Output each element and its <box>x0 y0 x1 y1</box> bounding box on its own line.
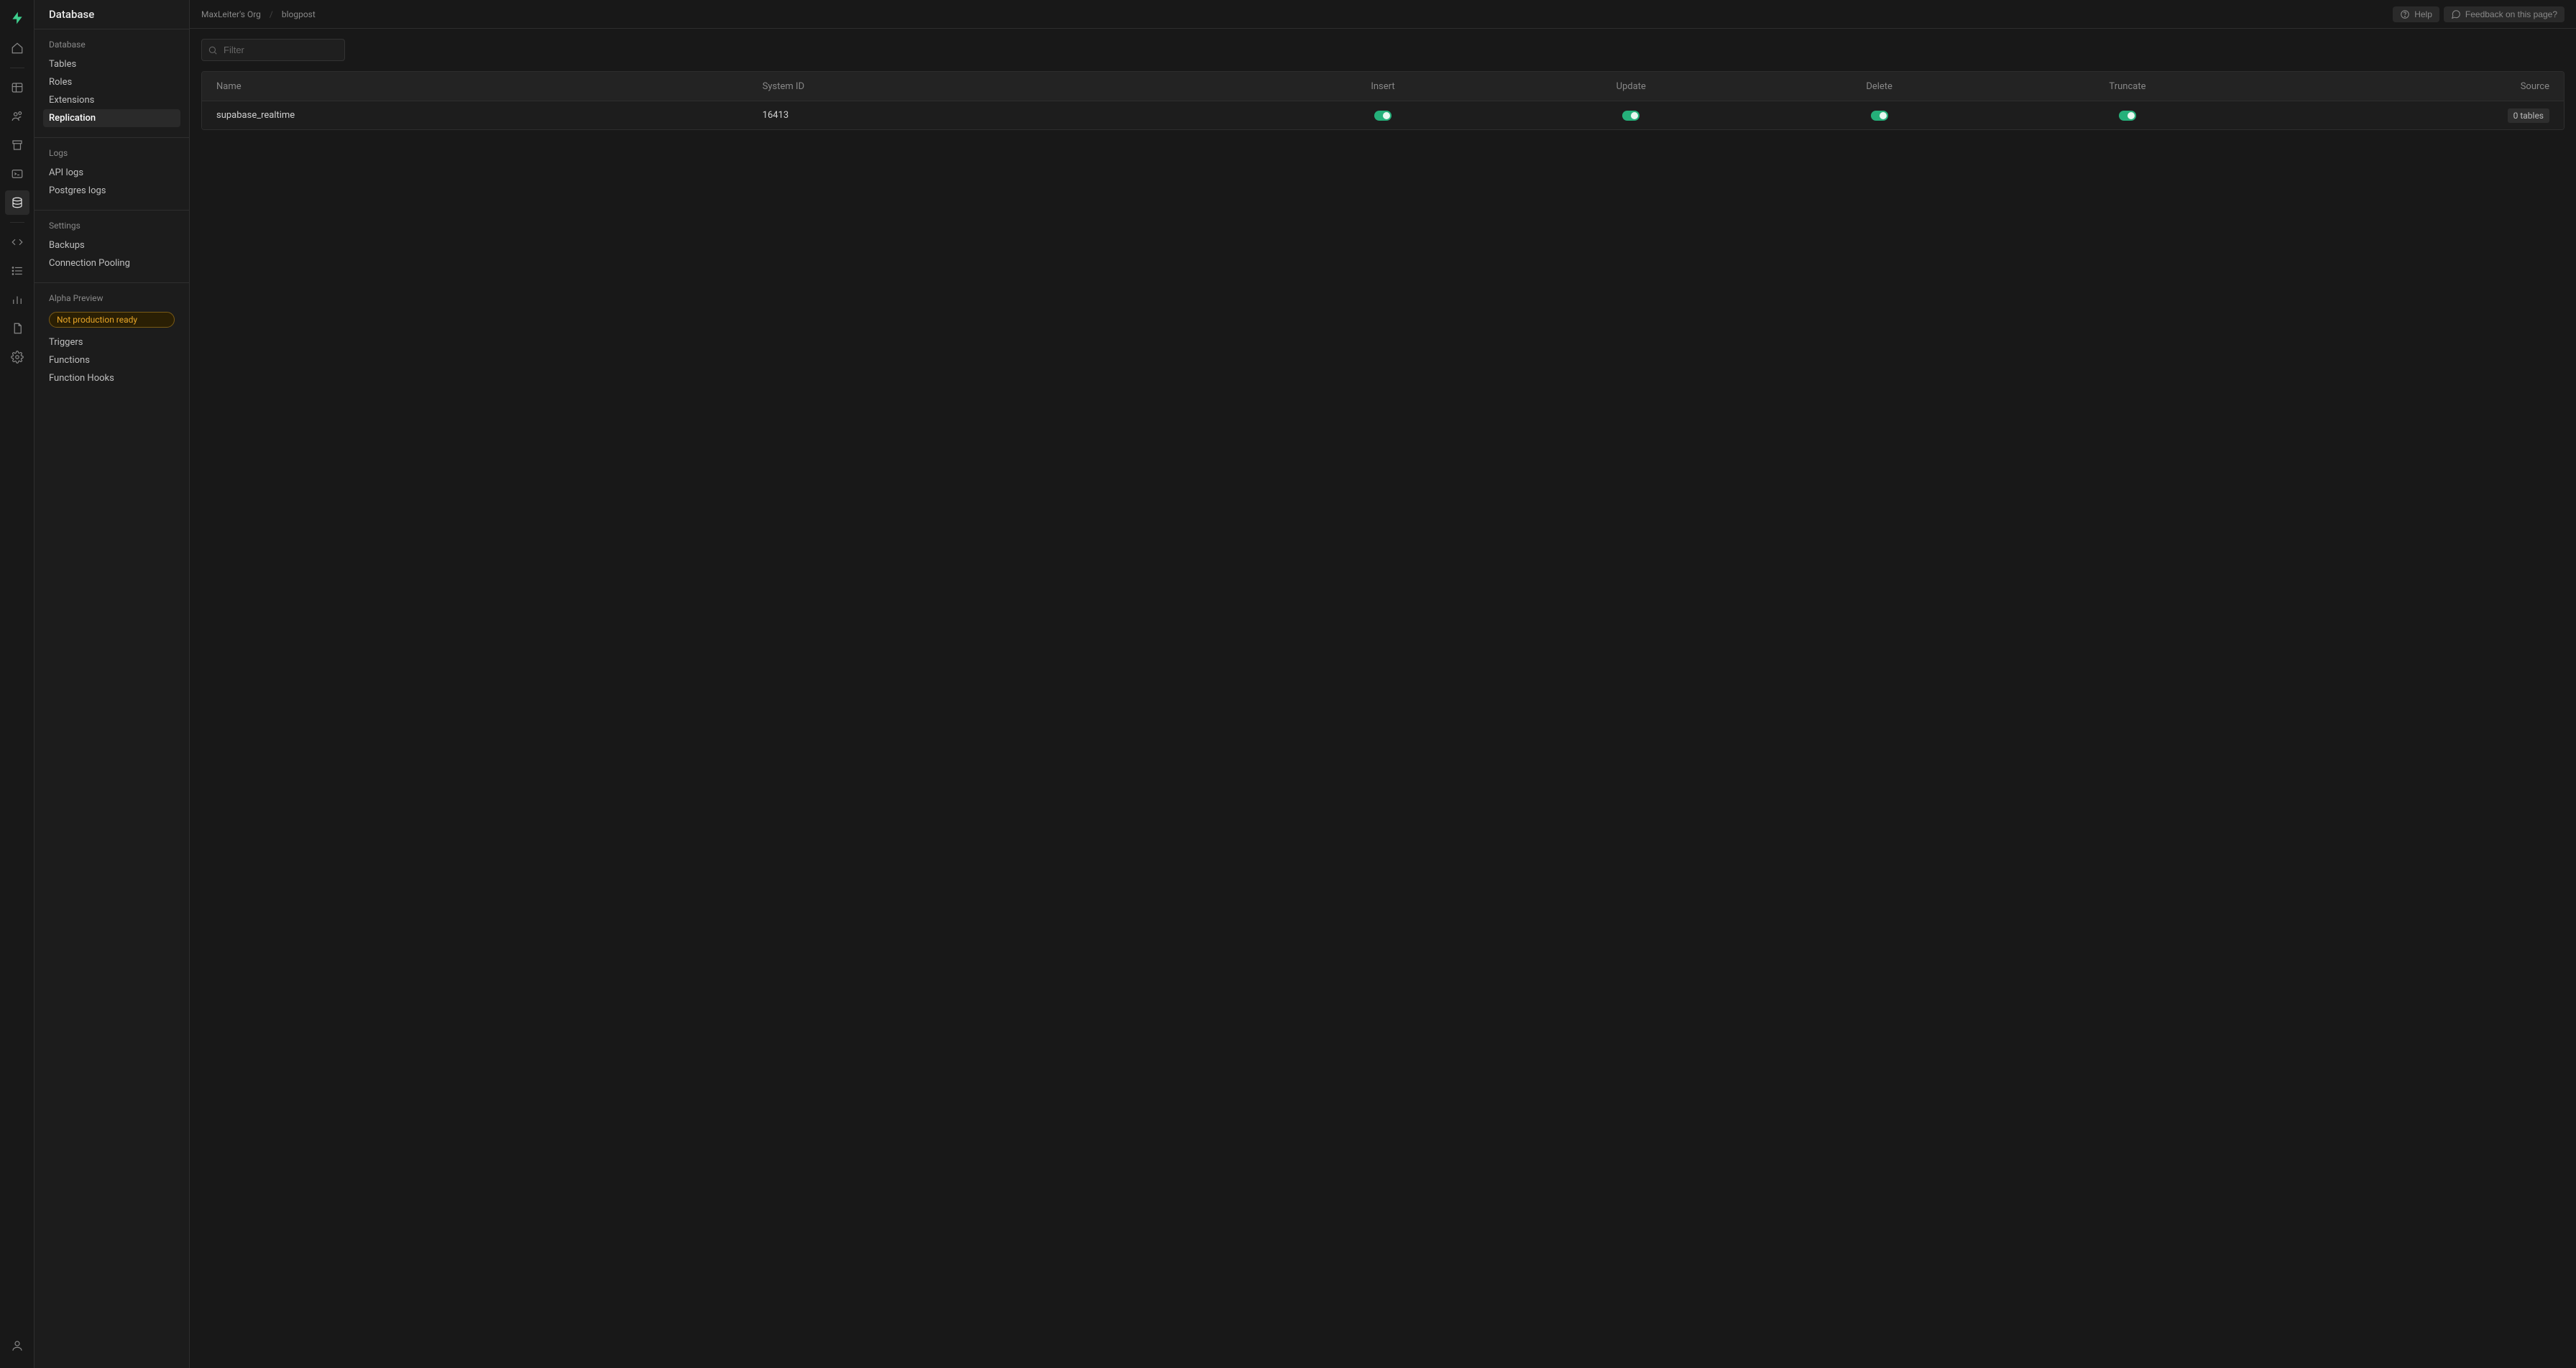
sidebar-section-database: Database Tables Roles Extensions Replica… <box>34 29 189 137</box>
table-header: Name System ID Insert Update Delete Trun… <box>202 72 2564 101</box>
nav-storage-icon[interactable] <box>5 133 29 157</box>
cell-system-id: 16413 <box>763 110 1259 121</box>
nav-account-icon[interactable] <box>5 1334 29 1358</box>
sidebar-item-tables[interactable]: Tables <box>43 55 180 73</box>
rail-divider <box>10 222 24 223</box>
topbar: MaxLeiter's Org / blogpost Help Feedback… <box>190 0 2576 29</box>
sidebar-item-functions[interactable]: Functions <box>43 351 180 369</box>
nav-docs-icon[interactable] <box>5 316 29 341</box>
toggle-update[interactable] <box>1622 111 1639 121</box>
sidebar-section-label: Alpha Preview <box>43 293 180 309</box>
filter-wrap <box>201 39 345 61</box>
feedback-button[interactable]: Feedback on this page? <box>2444 6 2564 22</box>
col-header-insert: Insert <box>1259 81 1506 92</box>
sidebar-section-alpha: Alpha Preview Not production ready Trigg… <box>34 282 189 397</box>
nav-database-icon[interactable] <box>5 190 29 215</box>
sidebar-section-label: Logs <box>43 148 180 164</box>
col-header-name: Name <box>216 81 763 92</box>
content-area: Name System ID Insert Update Delete Trun… <box>190 29 2576 140</box>
toggle-truncate[interactable] <box>2119 111 2136 121</box>
sidebar-section-label: Settings <box>43 221 180 236</box>
nav-sql-editor-icon[interactable] <box>5 162 29 186</box>
icon-rail <box>0 0 34 1368</box>
alpha-preview-badge: Not production ready <box>49 312 175 328</box>
toggle-insert[interactable] <box>1374 111 1392 121</box>
sidebar-item-roles[interactable]: Roles <box>43 73 180 91</box>
breadcrumb-org[interactable]: MaxLeiter's Org <box>201 9 261 19</box>
col-header-truncate: Truncate <box>2003 81 2251 92</box>
sidebar-section-logs: Logs API logs Postgres logs <box>34 137 189 210</box>
app-root: Database Database Tables Roles Extension… <box>0 0 2576 1368</box>
cell-name: supabase_realtime <box>216 110 763 121</box>
sidebar-item-extensions[interactable]: Extensions <box>43 91 180 109</box>
nav-api-icon[interactable] <box>5 230 29 254</box>
sidebar-section-settings: Settings Backups Connection Pooling <box>34 210 189 282</box>
sidebar-item-triggers[interactable]: Triggers <box>43 333 180 351</box>
col-header-source: Source <box>2252 81 2549 92</box>
table-row: supabase_realtime 16413 0 tables <box>202 101 2564 129</box>
message-circle-icon <box>2451 9 2461 19</box>
sidebar-item-replication[interactable]: Replication <box>43 109 180 127</box>
sidebar-item-postgres-logs[interactable]: Postgres logs <box>43 182 180 200</box>
col-header-update: Update <box>1507 81 1755 92</box>
help-circle-icon <box>2400 9 2410 19</box>
sidebar-item-function-hooks[interactable]: Function Hooks <box>43 369 180 387</box>
nav-reports-icon[interactable] <box>5 287 29 312</box>
toggle-delete[interactable] <box>1871 111 1888 121</box>
nav-list-icon[interactable] <box>5 259 29 283</box>
feedback-button-label: Feedback on this page? <box>2465 9 2557 19</box>
help-button[interactable]: Help <box>2393 6 2439 22</box>
nav-auth-icon[interactable] <box>5 104 29 129</box>
breadcrumb-separator: / <box>270 9 273 19</box>
publications-table: Name System ID Insert Update Delete Trun… <box>201 71 2564 130</box>
main-content: MaxLeiter's Org / blogpost Help Feedback… <box>190 0 2576 1368</box>
nav-settings-icon[interactable] <box>5 345 29 369</box>
search-icon <box>208 45 218 55</box>
col-header-delete: Delete <box>1755 81 2003 92</box>
sidebar-title: Database <box>34 0 189 29</box>
breadcrumb: MaxLeiter's Org / blogpost <box>201 9 316 19</box>
filter-input[interactable] <box>201 39 345 61</box>
sidebar-section-label: Database <box>43 40 180 55</box>
sidebar-item-connection-pooling[interactable]: Connection Pooling <box>43 254 180 272</box>
source-button[interactable]: 0 tables <box>2508 108 2549 123</box>
sidebar-item-backups[interactable]: Backups <box>43 236 180 254</box>
col-header-system-id: System ID <box>763 81 1259 92</box>
brand-logo[interactable] <box>5 6 29 30</box>
help-button-label: Help <box>2414 9 2432 19</box>
nav-table-editor-icon[interactable] <box>5 75 29 100</box>
nav-home-icon[interactable] <box>5 36 29 60</box>
sidebar: Database Database Tables Roles Extension… <box>34 0 190 1368</box>
sidebar-item-api-logs[interactable]: API logs <box>43 164 180 182</box>
breadcrumb-project[interactable]: blogpost <box>282 9 316 19</box>
